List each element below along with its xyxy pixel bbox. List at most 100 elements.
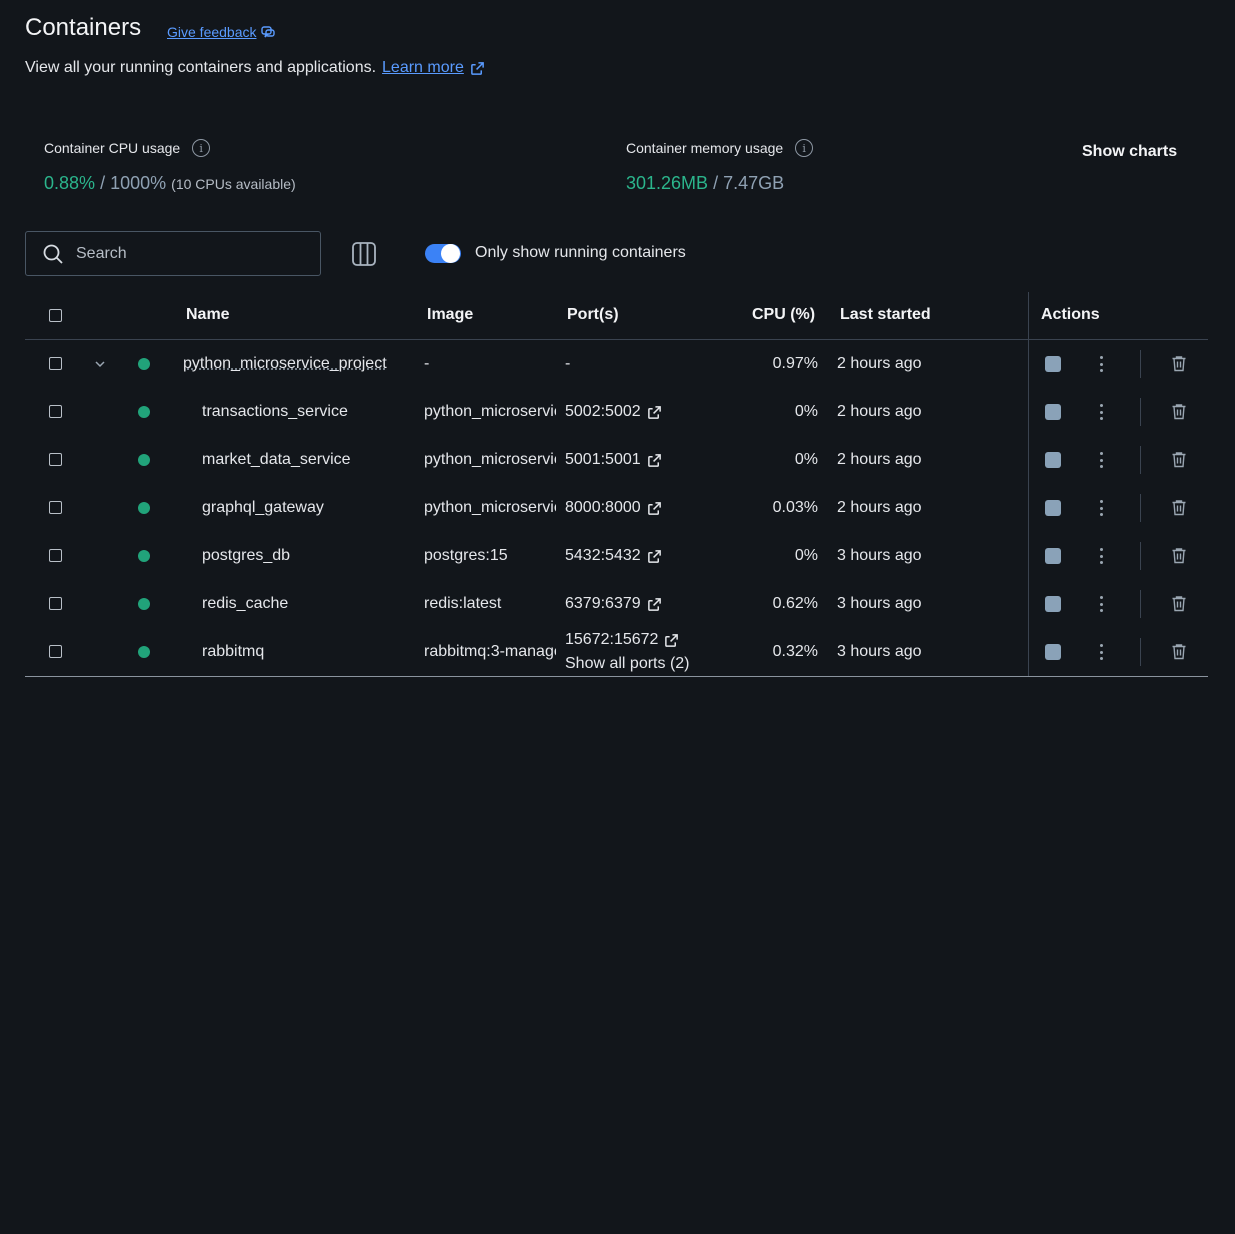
container-port-link[interactable]: 6379:6379 [565,595,662,613]
page-title: Containers [25,14,142,41]
container-last-started: 2 hours ago [837,355,922,372]
container-image[interactable]: python_microservice_project [424,403,556,421]
column-header-actions: Actions [1041,306,1100,323]
stop-icon[interactable] [1045,452,1061,468]
search-input[interactable]: Search [25,231,321,276]
container-name[interactable]: transactions_service [202,403,348,421]
cpu-total: 1000% [110,173,167,193]
container-cpu: 0.62% [772,595,818,612]
container-cpu: 0.03% [772,499,818,516]
cpu-sep: / [100,173,106,193]
select-all-checkbox[interactable] [49,309,62,322]
external-link-icon [665,633,679,647]
show-all-ports-link[interactable]: Show all ports (2) [565,655,690,673]
column-header-last-started[interactable]: Last started [840,306,931,324]
container-image[interactable]: python_microservice_project [424,451,556,469]
container-port-link[interactable]: 5432:5432 [565,547,662,565]
cpu-usage-label-row: Container CPU usage i [44,139,211,157]
container-name[interactable]: postgres_db [202,547,290,565]
container-port: 5432:5432 [565,547,641,564]
container-port-link[interactable]: 5002:5002 [565,403,662,421]
row-checkbox[interactable] [49,501,62,514]
trash-icon[interactable] [1171,595,1187,612]
chevron-down-icon[interactable] [94,358,106,370]
container-port-link[interactable]: 5001:5001 [565,451,662,469]
trash-icon[interactable] [1171,499,1187,516]
table-row[interactable]: graphql_gateway python_microservice_proj… [0,484,1235,532]
running-status-dot [138,358,150,370]
stop-icon[interactable] [1045,356,1061,372]
table-row[interactable]: postgres_db postgres:15 5432:5432 0% 3 h… [0,532,1235,580]
stop-icon[interactable] [1045,548,1061,564]
column-header-name[interactable]: Name [186,306,230,324]
trash-icon[interactable] [1171,451,1187,468]
memory-usage-label-row: Container memory usage i [626,139,814,157]
learn-more-link[interactable]: Learn more [382,59,485,77]
row-checkbox[interactable] [49,597,62,610]
container-port: 5001:5001 [565,451,641,468]
container-last-started: 3 hours ago [837,547,922,564]
container-last-started: 2 hours ago [837,499,922,516]
row-checkbox[interactable] [49,453,62,466]
container-name[interactable]: redis_cache [202,595,288,613]
table-row[interactable]: transactions_service python_microservice… [0,388,1235,436]
external-link-icon [470,61,484,75]
container-image[interactable]: python_microservice_project [424,499,556,517]
more-options-icon[interactable] [1099,356,1103,372]
memory-usage-label: Container memory usage [626,140,784,156]
trash-icon[interactable] [1171,547,1187,564]
container-port-link[interactable]: 8000:8000 [565,499,662,517]
show-charts-button[interactable]: Show charts [1082,143,1177,161]
cpu-info-icon[interactable]: i [192,139,211,157]
container-port-link[interactable]: 15672:15672 [565,631,679,649]
container-port: - [565,355,571,372]
cpu-note: (10 CPUs available) [171,176,296,192]
running-only-label: Only show running containers [475,244,686,261]
cpu-used: 0.88% [44,173,96,193]
table-row[interactable]: rabbitmq rabbitmq:3-management 15672:156… [0,628,1235,676]
row-checkbox[interactable] [49,357,62,370]
container-name[interactable]: graphql_gateway [202,499,324,517]
container-image[interactable]: rabbitmq:3-management [424,643,556,661]
table-row[interactable]: python_microservice_project - - 0.97% 2 … [0,340,1235,388]
column-header-image[interactable]: Image [427,306,473,324]
memory-info-icon[interactable]: i [795,139,814,157]
more-options-icon[interactable] [1099,644,1103,660]
more-options-icon[interactable] [1099,548,1103,564]
stop-icon[interactable] [1045,500,1061,516]
toggle-knob [441,244,460,263]
table-bottom-border [25,676,1208,677]
columns-icon[interactable] [351,241,377,267]
container-image[interactable]: postgres:15 [424,547,556,565]
trash-icon[interactable] [1171,403,1187,420]
trash-icon[interactable] [1171,355,1187,372]
column-header-cpu[interactable]: CPU (%) [752,306,815,324]
table-row[interactable]: redis_cache redis:latest 6379:6379 0.62%… [0,580,1235,628]
stop-icon[interactable] [1045,596,1061,612]
stop-icon[interactable] [1045,644,1061,660]
more-options-icon[interactable] [1099,452,1103,468]
more-options-icon[interactable] [1099,404,1103,420]
running-status-dot [138,406,150,418]
column-header-ports[interactable]: Port(s) [567,306,619,324]
external-link-icon [647,549,661,563]
external-link-icon [647,501,661,515]
running-only-toggle[interactable] [425,244,461,263]
container-name[interactable]: market_data_service [202,451,351,469]
container-image: - [424,355,430,372]
container-last-started: 2 hours ago [837,451,922,468]
more-options-icon[interactable] [1099,596,1103,612]
row-checkbox[interactable] [49,645,62,658]
give-feedback-link[interactable]: Give feedback [167,24,275,40]
container-image[interactable]: redis:latest [424,595,556,613]
container-name[interactable]: python_microservice_project [183,355,387,373]
subtitle-text: View all your running containers and app… [25,59,377,76]
trash-icon[interactable] [1171,643,1187,660]
learn-more-label: Learn more [382,59,464,76]
table-row[interactable]: market_data_service python_microservice_… [0,436,1235,484]
container-name[interactable]: rabbitmq [202,643,264,661]
stop-icon[interactable] [1045,404,1061,420]
row-checkbox[interactable] [49,405,62,418]
row-checkbox[interactable] [49,549,62,562]
more-options-icon[interactable] [1099,500,1103,516]
